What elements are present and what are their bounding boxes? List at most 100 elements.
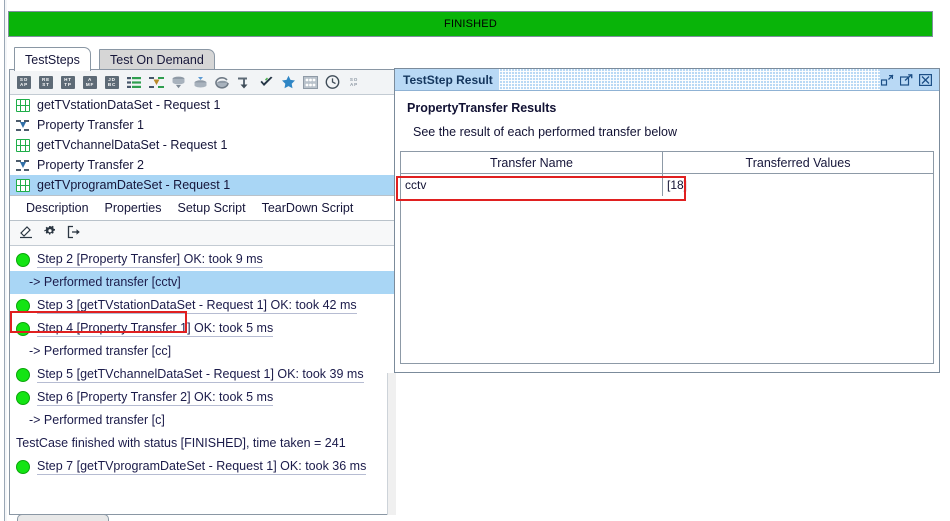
test-status-label: FINISHED: [444, 18, 497, 30]
status-ok-dot-icon: [16, 460, 30, 474]
status-ok-dot-icon: [16, 322, 30, 336]
test-status-bar: FINISHED: [8, 11, 933, 37]
jdbc-icon-line2: BC: [108, 82, 116, 87]
teststep-label: getTVprogramDateSet - Request 1: [37, 178, 230, 192]
soap-request-icon[interactable]: SOAP: [13, 71, 35, 93]
teststep-result-window: TestStep Result: [394, 68, 940, 373]
log-row-text: Step 6 [Property Transfer 2] OK: took 5 …: [37, 390, 273, 406]
soap-mock-icon[interactable]: SO AP: [343, 71, 365, 93]
teststeps-toolbar: SOAP REST HTTP AMF JDBC: [10, 70, 395, 95]
datasink-icon[interactable]: [189, 71, 211, 93]
teststep-label: getTVchannelDataSet - Request 1: [37, 138, 227, 152]
log-options-gear-icon[interactable]: [43, 225, 58, 242]
assertion-check-icon[interactable]: [255, 71, 277, 93]
log-row[interactable]: TestCase finished with status [FINISHED]…: [10, 432, 395, 455]
log-row[interactable]: Step 6 [Property Transfer 2] OK: took 5 …: [10, 386, 395, 409]
tab-test-on-demand-label: Test On Demand: [110, 53, 204, 67]
log-row[interactable]: Step 5 [getTVchannelDataSet - Request 1]…: [10, 363, 395, 386]
subtab-properties[interactable]: Properties: [105, 201, 162, 215]
result-window-titlebar[interactable]: TestStep Result: [395, 69, 939, 91]
log-row-text: Step 2 [Property Transfer] OK: took 9 ms: [37, 252, 263, 268]
tab-test-on-demand[interactable]: Test On Demand: [99, 49, 215, 70]
soap-icon-line2: AP: [20, 82, 28, 87]
amf-icon-line2: MF: [86, 82, 94, 87]
tab-teststeps[interactable]: TestSteps: [14, 47, 91, 71]
clear-log-eraser-icon[interactable]: [19, 225, 34, 242]
main-tabstrip: TestSteps Test On Demand: [9, 47, 934, 70]
teststep-row-gettvstationdataset[interactable]: getTVstationDataSet - Request 1: [10, 95, 395, 115]
column-header-transfer-name[interactable]: Transfer Name: [401, 152, 663, 173]
jdbc-request-icon[interactable]: JDBC: [101, 71, 123, 93]
teststep-row-gettvprogramdateset[interactable]: getTVprogramDateSet - Request 1: [10, 175, 395, 195]
log-row-text: -> Performed transfer [c]: [16, 413, 165, 428]
test-status-progress: FINISHED: [9, 12, 932, 36]
teststep-row-gettvchanneldataset[interactable]: getTVchannelDataSet - Request 1: [10, 135, 395, 155]
properties-icon[interactable]: [123, 71, 145, 93]
amf-request-icon[interactable]: AMF: [79, 71, 101, 93]
datasource-loop-icon[interactable]: [211, 71, 233, 93]
property-transfer-icon: [16, 159, 30, 172]
log-row-text: TestCase finished with status [FINISHED]…: [16, 436, 346, 451]
close-window-icon[interactable]: [918, 73, 933, 87]
log-row-performed-transfer-cctv[interactable]: -> Performed transfer [cctv]: [10, 271, 395, 294]
rest-request-icon[interactable]: REST: [35, 71, 57, 93]
favorite-star-icon[interactable]: [277, 71, 299, 93]
request-icon: [16, 179, 30, 192]
table-row[interactable]: cctv [18]: [401, 174, 933, 196]
clock-icon[interactable]: [321, 71, 343, 93]
log-row-text: -> Performed transfer [cctv]: [16, 275, 181, 290]
bottom-partial-tab[interactable]: [17, 514, 109, 521]
window-left-gutter: [5, 0, 7, 521]
grid-icon[interactable]: [299, 71, 321, 93]
teststep-row-property-transfer-1[interactable]: Property Transfer 1: [10, 115, 395, 135]
conditional-goto-icon[interactable]: [233, 71, 255, 93]
log-row[interactable]: Step 7 [getTVprogramDateSet - Request 1]…: [10, 455, 395, 478]
cell-transfer-name: cctv: [401, 174, 663, 196]
result-subheading: See the result of each performed transfe…: [395, 125, 939, 139]
status-ok-dot-icon: [16, 368, 30, 382]
property-transfer-icon: [16, 119, 30, 132]
maximize-window-icon[interactable]: [899, 73, 914, 87]
minimize-window-icon[interactable]: [880, 73, 895, 87]
status-ok-dot-icon: [16, 253, 30, 267]
teststeps-panel: SOAP REST HTTP AMF JDBC: [9, 69, 396, 515]
log-row[interactable]: Step 3 [getTVstationDataSet - Request 1]…: [10, 294, 395, 317]
test-log-list: Step 2 [Property Transfer] OK: took 9 ms…: [10, 246, 395, 478]
status-ok-dot-icon: [16, 391, 30, 405]
result-window-body: PropertyTransfer Results See the result …: [395, 91, 939, 364]
table-header-row: Transfer Name Transferred Values: [401, 152, 933, 174]
log-row-text: Step 3 [getTVstationDataSet - Request 1]…: [37, 298, 357, 314]
result-heading: PropertyTransfer Results: [395, 101, 939, 115]
transfer-results-table: Transfer Name Transferred Values cctv [1…: [400, 151, 934, 364]
request-icon: [16, 99, 30, 112]
subtab-setup-script[interactable]: Setup Script: [178, 201, 246, 215]
soap-mock-icon-line2: AP: [350, 82, 358, 87]
request-icon: [16, 139, 30, 152]
log-row[interactable]: -> Performed transfer [cc]: [10, 340, 395, 363]
teststeps-list: getTVstationDataSet - Request 1 Property…: [10, 95, 395, 196]
log-scrollbar-track[interactable]: [387, 373, 396, 515]
teststep-label: getTVstationDataSet - Request 1: [37, 98, 220, 112]
http-request-icon[interactable]: HTTP: [57, 71, 79, 93]
property-transfer-icon[interactable]: [145, 71, 167, 93]
tab-teststeps-label: TestSteps: [25, 53, 80, 67]
result-window-title: TestStep Result: [395, 69, 499, 90]
column-header-transferred-values[interactable]: Transferred Values: [663, 152, 933, 173]
log-row[interactable]: -> Performed transfer [c]: [10, 409, 395, 432]
subtab-teardown-script[interactable]: TearDown Script: [262, 201, 354, 215]
log-row[interactable]: Step 4 [Property Transfer 1] OK: took 5 …: [10, 317, 395, 340]
log-toolbar: [10, 221, 395, 246]
teststep-subtabs: Description Properties Setup Script Tear…: [10, 196, 395, 221]
log-row-text: -> Performed transfer [cc]: [16, 344, 171, 359]
subtab-description[interactable]: Description: [26, 201, 89, 215]
teststep-label: Property Transfer 2: [37, 158, 144, 172]
http-icon-line2: TP: [64, 82, 71, 87]
log-row-text: Step 5 [getTVchannelDataSet - Request 1]…: [37, 367, 364, 383]
log-row-text: Step 4 [Property Transfer 1] OK: took 5 …: [37, 321, 273, 337]
teststep-row-property-transfer-2[interactable]: Property Transfer 2: [10, 155, 395, 175]
datasource-icon[interactable]: [167, 71, 189, 93]
teststep-label: Property Transfer 1: [37, 118, 144, 132]
status-ok-dot-icon: [16, 299, 30, 313]
export-log-icon[interactable]: [67, 225, 82, 242]
log-row[interactable]: Step 2 [Property Transfer] OK: took 9 ms: [10, 248, 395, 271]
